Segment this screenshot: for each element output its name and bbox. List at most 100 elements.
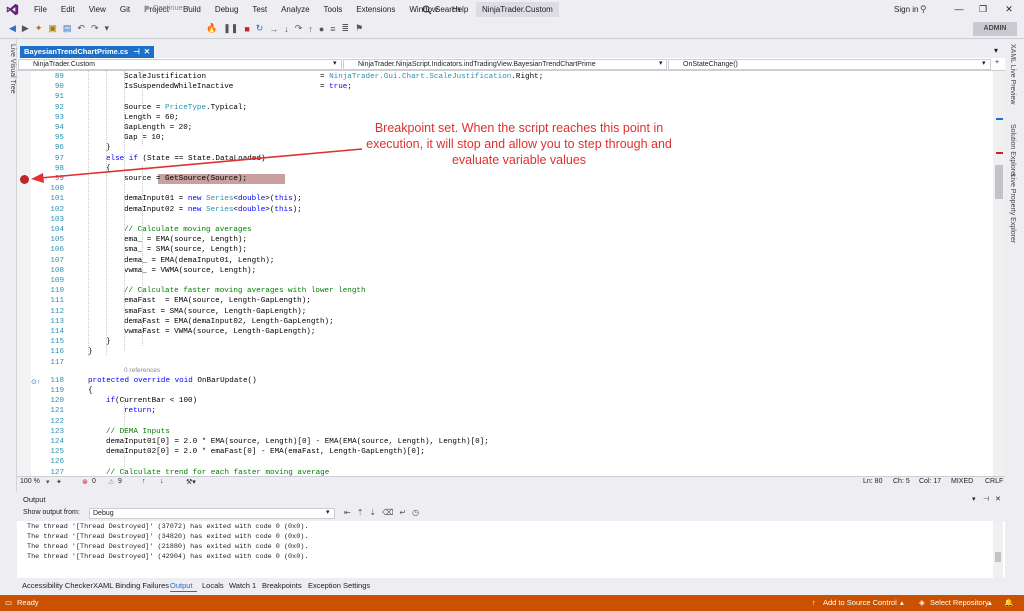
code-line[interactable]: dema_ = EMA(demaInput01, Length); [124, 257, 274, 265]
continue-button[interactable]: ▶ Continue ▾ [145, 3, 190, 12]
code-line[interactable]: IsSuspendedWhileInactive = true; [124, 83, 352, 91]
menu-item-git[interactable]: Git [113, 0, 137, 19]
step-over-icon[interactable]: ↷ [292, 23, 306, 34]
output-source-select[interactable]: Debug [89, 508, 335, 519]
code-line[interactable]: // DEMA Inputs [106, 428, 170, 436]
live-visual-tree-tab[interactable]: Live Visual Tree [1, 44, 16, 124]
forward-icon[interactable]: ▶ [19, 23, 32, 34]
panel-close-icon[interactable]: ✕ [995, 495, 1001, 503]
code-line[interactable]: { [88, 387, 93, 395]
previous-issue-icon[interactable]: ↑ [142, 478, 146, 485]
output-scrollbar[interactable] [993, 521, 1003, 578]
step-out-icon[interactable]: ↑ [305, 24, 316, 34]
code-line[interactable]: demaFast = EMA(demaInput02, Length-GapLe… [124, 318, 334, 326]
cleanup-icon[interactable]: ⚒▾ [186, 478, 196, 486]
code-line[interactable]: GapLength = 20; [124, 124, 192, 132]
redo-icon[interactable]: ↷ [88, 23, 102, 34]
project-dropdown[interactable]: NinjaTrader.Custom [18, 59, 342, 70]
error-icon[interactable]: ⊗ [82, 478, 88, 486]
add-to-source-control[interactable]: Add to Source Control [823, 598, 897, 607]
timestamp-icon[interactable]: ◷ [409, 508, 422, 517]
build-config-icon[interactable]: ▾ [102, 23, 113, 34]
document-tab[interactable]: BayesianTrendChartPrime.cs ⊣ ✕ [20, 46, 155, 58]
code-line[interactable]: demaInput02 = new Series<double>(this); [124, 206, 302, 214]
step-into-icon[interactable]: ↓ [281, 24, 292, 34]
next-message-icon[interactable]: ⇣ [366, 508, 379, 517]
scrollbar-thumb[interactable] [995, 165, 1003, 199]
new-item-icon[interactable]: ✦ [32, 23, 46, 34]
code-line[interactable]: if(CurrentBar < 100) [106, 397, 197, 405]
previous-message-icon[interactable]: ⇡ [354, 508, 367, 517]
tab-locals[interactable]: Locals [202, 581, 224, 590]
zoom-dropdown-icon[interactable]: ▾ [46, 478, 50, 486]
warning-icon[interactable]: ⚠ [108, 478, 114, 486]
find-message-icon[interactable]: ⇤ [341, 508, 354, 517]
menu-item-tools[interactable]: Tools [317, 0, 350, 19]
editor-vertical-scrollbar[interactable] [993, 71, 1005, 476]
column-indicator[interactable]: Col: 17 [919, 478, 941, 485]
menu-item-extensions[interactable]: Extensions [349, 0, 402, 19]
char-indicator[interactable]: Ch: 5 [893, 478, 910, 485]
save-icon[interactable]: ▤ [60, 23, 75, 34]
code-line[interactable]: demaInput02[0] = 2.0 * emaFast[0] - EMA(… [106, 448, 425, 456]
visual-studio-logo-icon[interactable] [6, 3, 19, 16]
menu-item-analyze[interactable]: Analyze [274, 0, 316, 19]
breakpoints-toolbar-icon[interactable]: ● [316, 24, 327, 34]
pin-icon[interactable]: ⊣ [133, 46, 140, 58]
close-tab-icon[interactable]: ✕ [144, 46, 150, 58]
menu-item-test[interactable]: Test [245, 0, 274, 19]
menu-item-view[interactable]: View [82, 0, 113, 19]
tab-xaml-binding-failures[interactable]: XAML Binding Failures [93, 581, 169, 590]
restore-button[interactable]: ❐ [972, 0, 994, 19]
next-issue-icon[interactable]: ↓ [160, 478, 164, 485]
warning-count[interactable]: 9 [118, 478, 122, 485]
code-line[interactable]: return; [124, 407, 156, 415]
class-dropdown[interactable]: NinjaTrader.NinjaScript.Indicators.indTr… [343, 59, 667, 70]
zoom-level[interactable]: 100 % [20, 478, 40, 485]
search-box[interactable]: Search [422, 3, 460, 16]
code-line[interactable]: demaInput01 = new Series<double>(this); [124, 195, 302, 203]
xaml-live-preview-tab[interactable]: XAML Live Preview [1009, 44, 1016, 104]
clear-all-icon[interactable]: ⌫ [379, 508, 396, 517]
error-count[interactable]: 0 [92, 478, 96, 485]
sign-in-link[interactable]: Sign in [894, 0, 918, 19]
breakpoint-icon[interactable] [20, 175, 29, 184]
bookmark-icon[interactable]: ⚑ [352, 23, 366, 34]
code-line[interactable]: vwma_ = VWMA(source, Length); [124, 267, 256, 275]
breakpoint-glyph-margin[interactable] [17, 71, 31, 476]
menu-item-file[interactable]: File [27, 0, 54, 19]
panel-pin-icon[interactable]: ⊣ [983, 495, 989, 503]
code-line[interactable]: // Calculate faster moving averages with… [124, 287, 366, 295]
stop-icon[interactable]: ■ [241, 24, 252, 34]
code-line[interactable]: ScaleJustification = NinjaTrader.Gui.Cha… [124, 73, 543, 81]
code-line[interactable]: protected override void OnBarUpdate() [88, 377, 257, 385]
output-scrollbar-thumb[interactable] [995, 552, 1001, 562]
back-icon[interactable]: ◀ [6, 23, 19, 34]
code-line[interactable]: demaInput01[0] = 2.0 * EMA(source, Lengt… [106, 438, 489, 446]
code-line[interactable]: else if (State == State.DataLoaded) [106, 155, 266, 163]
comment-icon[interactable]: ≡ [327, 24, 338, 34]
show-next-statement-icon[interactable]: → [266, 24, 281, 34]
uncomment-icon[interactable]: ≣ [339, 23, 353, 34]
menu-item-edit[interactable]: Edit [54, 0, 82, 19]
close-button[interactable]: ✕ [998, 0, 1020, 19]
tab-watch-1[interactable]: Watch 1 [229, 581, 256, 590]
tab-accessibility-checker[interactable]: Accessibility Checker [22, 581, 93, 590]
line-ending[interactable]: CRLF [985, 478, 1003, 485]
pause-icon[interactable]: ❚❚ [220, 23, 241, 34]
codelens-references[interactable]: 0 references [124, 367, 160, 374]
code-line[interactable]: // Calculate moving averages [124, 226, 252, 234]
tab-breakpoints[interactable]: Breakpoints [262, 581, 302, 590]
panel-menu-icon[interactable]: ▾ [972, 495, 976, 503]
hot-reload-icon[interactable]: 🔥 [203, 23, 220, 34]
live-property-explorer-tab[interactable]: Live Property Explorer [1009, 174, 1016, 243]
code-line[interactable]: smaFast = SMA(source, Length-GapLength); [124, 308, 306, 316]
word-wrap-icon[interactable]: ↵ [396, 508, 409, 517]
whitespace-mode[interactable]: MIXED [951, 478, 973, 485]
restart-icon[interactable]: ↻ [253, 23, 267, 34]
code-line[interactable]: emaFast = EMA(source, Length-GapLength); [124, 297, 311, 305]
tab-overflow-icon[interactable]: ▾ [994, 46, 998, 55]
code-line[interactable]: Gap = 10; [124, 134, 165, 142]
code-line[interactable]: vwmaFast = VWMA(source, Length-GapLength… [124, 328, 315, 336]
tab-output[interactable]: Output [170, 581, 193, 590]
